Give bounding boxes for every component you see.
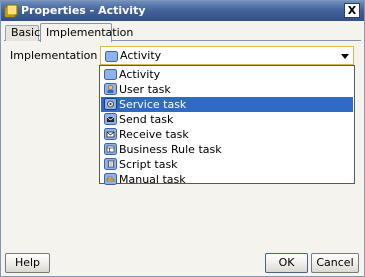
properties-icon xyxy=(4,4,18,18)
ok-button[interactable]: OK xyxy=(265,253,308,273)
option-label: Business Rule task xyxy=(119,143,222,156)
option-label: Service task xyxy=(119,98,187,111)
properties-dialog: Properties - Activity X Basic Implementa… xyxy=(0,0,365,277)
help-button[interactable]: Help xyxy=(5,253,50,273)
business-rule-task-icon xyxy=(104,143,117,155)
chevron-down-icon[interactable] xyxy=(341,54,349,59)
option-service-task[interactable]: Service task xyxy=(101,97,353,112)
option-label: Activity xyxy=(119,68,161,81)
cancel-button[interactable]: Cancel xyxy=(311,253,359,273)
script-task-icon xyxy=(104,158,117,170)
close-icon: X xyxy=(347,4,357,17)
option-receive-task[interactable]: Receive task xyxy=(101,127,353,142)
tab-basic[interactable]: Basic xyxy=(5,25,40,41)
option-send-task[interactable]: Send task xyxy=(101,112,353,127)
option-label: User task xyxy=(119,83,171,96)
receive-task-icon xyxy=(104,128,117,140)
option-label: Send task xyxy=(119,113,174,126)
activity-icon xyxy=(104,69,117,80)
send-task-icon xyxy=(104,113,117,125)
implementation-type-dropdown-list: Activity User task Service task Send tas… xyxy=(99,65,355,187)
option-label: Manual task xyxy=(119,173,186,186)
option-script-task[interactable]: Script task xyxy=(101,157,353,172)
service-task-icon xyxy=(104,98,117,110)
activity-icon xyxy=(105,51,118,62)
title-bar: Properties - Activity X xyxy=(1,1,364,21)
window-title: Properties - Activity xyxy=(21,4,146,17)
option-activity[interactable]: Activity xyxy=(101,67,353,82)
tab-implementation[interactable]: Implementation xyxy=(40,23,133,42)
combobox-selected-value: Activity xyxy=(120,49,162,62)
manual-task-icon xyxy=(104,173,117,185)
option-label: Receive task xyxy=(119,128,189,141)
option-manual-task[interactable]: Manual task xyxy=(101,172,353,187)
option-user-task[interactable]: User task xyxy=(101,82,353,97)
option-business-rule-task[interactable]: Business Rule task xyxy=(101,142,353,157)
user-task-icon xyxy=(104,83,117,95)
implementation-type-combobox[interactable]: Activity xyxy=(100,46,354,65)
option-label: Script task xyxy=(119,158,178,171)
close-button[interactable]: X xyxy=(344,3,360,18)
